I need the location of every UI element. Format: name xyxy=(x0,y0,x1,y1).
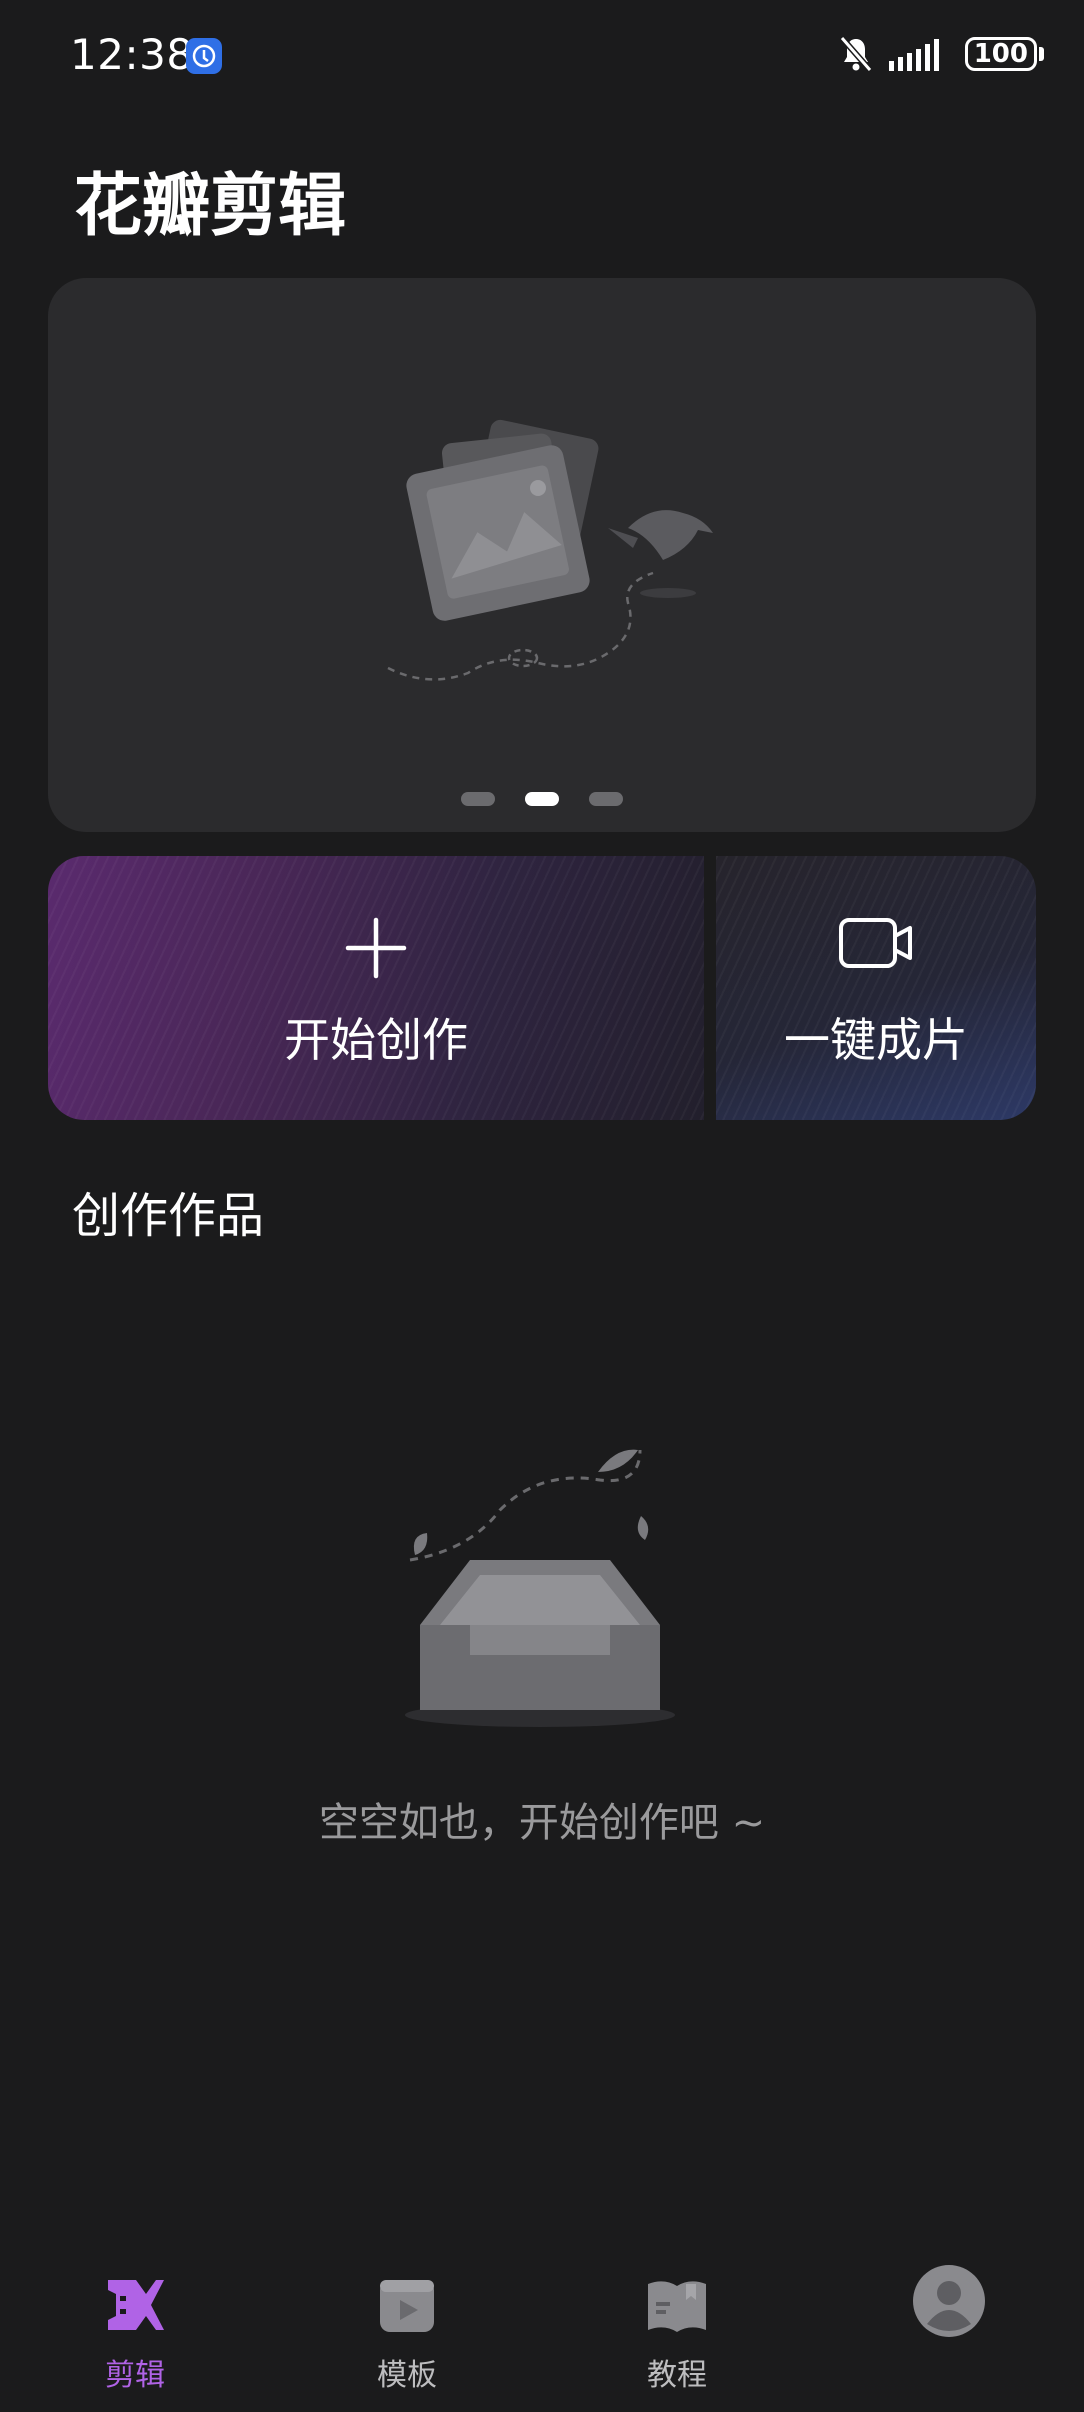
nav-item-edit[interactable]: 剪辑 xyxy=(60,2250,210,2394)
works-section-title: 创作作品 xyxy=(72,1188,265,1244)
bottom-navigation: 剪辑 模板 教程 xyxy=(0,2250,1084,2412)
status-time: 12:38 xyxy=(70,30,194,79)
profile-avatar-icon xyxy=(913,2265,985,2337)
start-create-button[interactable]: 开始创作 xyxy=(48,856,704,1120)
nav-label-template: 模板 xyxy=(377,2358,437,2393)
start-create-label: 开始创作 xyxy=(284,1013,468,1067)
notification-app-icon xyxy=(186,38,222,74)
tutorial-book-icon xyxy=(648,2281,706,2332)
banner-carousel[interactable] xyxy=(48,278,1036,832)
bell-muted-icon xyxy=(839,36,872,72)
nav-label-tutorial: 教程 xyxy=(647,2358,707,2393)
signal-icon xyxy=(888,39,939,71)
pagination-dot[interactable] xyxy=(461,792,495,806)
banner-pagination xyxy=(0,792,1084,806)
video-camera-icon xyxy=(839,918,912,968)
nav-label-edit: 剪辑 xyxy=(105,2358,165,2393)
edit-logo-icon xyxy=(108,2280,164,2330)
card-texture xyxy=(48,856,704,1120)
page-title: 花瓣剪辑 xyxy=(74,167,347,246)
nav-item-tutorial[interactable]: 教程 xyxy=(602,2250,752,2394)
battery-level: 100 xyxy=(973,39,1028,69)
template-icon xyxy=(380,2280,434,2332)
battery-tip xyxy=(1039,47,1044,61)
empty-inbox-icon xyxy=(405,1449,675,1727)
status-indicators: 100 xyxy=(839,32,1044,76)
nav-item-template[interactable]: 模板 xyxy=(332,2250,482,2394)
banner-illustration xyxy=(387,419,713,681)
one-click-video-button[interactable]: 一键成片 xyxy=(716,856,1036,1120)
plus-icon xyxy=(345,917,407,979)
card-texture xyxy=(716,856,1036,1120)
one-click-label: 一键成片 xyxy=(784,1013,968,1067)
battery-indicator: 100 xyxy=(964,37,1037,71)
pagination-dot[interactable] xyxy=(589,792,623,806)
nav-item-profile[interactable] xyxy=(874,2250,1024,2350)
pagination-dot-active[interactable] xyxy=(525,792,559,806)
empty-state-text: 空空如也，开始创作吧 ~ xyxy=(318,1800,766,1846)
